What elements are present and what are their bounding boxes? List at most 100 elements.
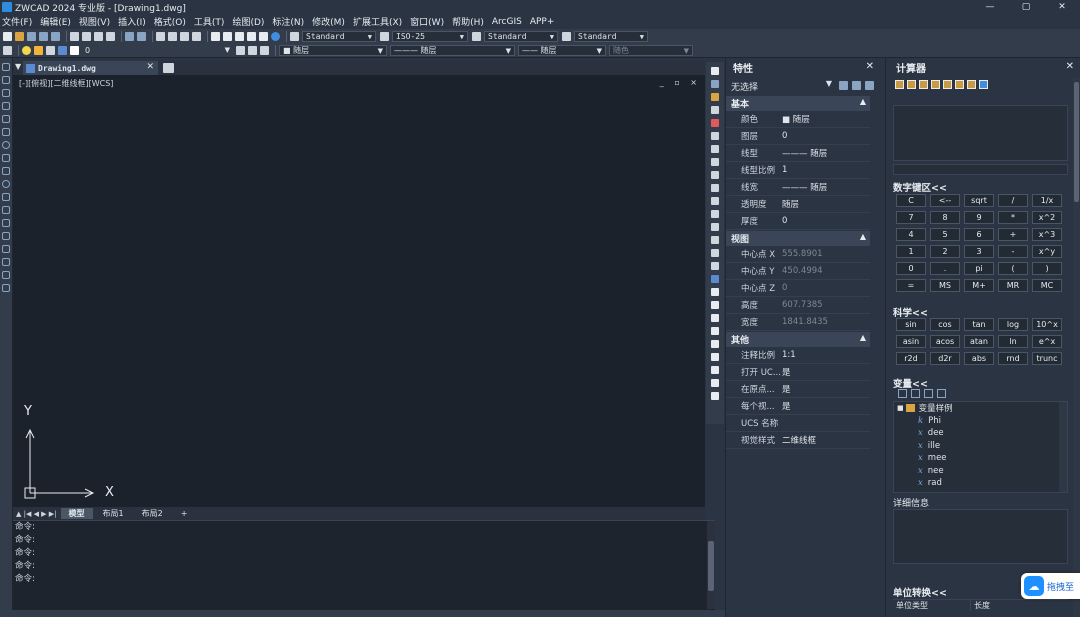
- redo-icon[interactable]: [137, 31, 146, 41]
- property-row[interactable]: 中心点 Z0: [726, 280, 870, 297]
- selection-dropdown[interactable]: 无选择 ▼: [726, 77, 880, 95]
- zoom-realtime-icon[interactable]: [168, 31, 177, 41]
- match-properties-icon[interactable]: [106, 31, 115, 41]
- tab-layout1[interactable]: 布局1: [95, 508, 132, 519]
- pan-icon[interactable]: [156, 31, 165, 41]
- mirror-icon[interactable]: [711, 93, 719, 101]
- under-object-icon[interactable]: [711, 327, 719, 335]
- numpad-key[interactable]: x^3: [1032, 228, 1062, 241]
- paste-value-icon[interactable]: [919, 79, 928, 89]
- menu-format[interactable]: 格式(O): [154, 15, 186, 28]
- rotate-icon[interactable]: [711, 145, 719, 153]
- circle-icon[interactable]: [2, 141, 10, 149]
- table-style-dropdown[interactable]: Standard ▼: [484, 30, 558, 42]
- close-calculator-icon[interactable]: ✕: [1066, 61, 1074, 72]
- numpad-key[interactable]: 9: [964, 211, 994, 224]
- scientific-key[interactable]: e^x: [1032, 335, 1062, 348]
- property-row[interactable]: 中心点 Y 450.4994: [726, 263, 870, 280]
- command-window[interactable]: 命令: 命令: 命令: 命令: 命令:: [13, 520, 715, 610]
- variable-item[interactable]: x ille: [894, 440, 1067, 453]
- point-icon[interactable]: [2, 232, 10, 240]
- property-row[interactable]: 线型比例 1: [726, 162, 870, 179]
- numpad-key[interactable]: pi: [964, 262, 994, 275]
- property-row[interactable]: 宽度 1841.8435: [726, 314, 870, 331]
- scientific-key[interactable]: r2d: [896, 352, 926, 365]
- numpad-key[interactable]: <--: [930, 194, 960, 207]
- menu-arcgis[interactable]: ArcGIS: [492, 17, 522, 27]
- table-icon[interactable]: [2, 271, 10, 279]
- layer-manager-icon[interactable]: [3, 45, 12, 55]
- numpad-key[interactable]: MC: [1032, 279, 1062, 292]
- ellipse-icon[interactable]: [2, 180, 10, 188]
- numpad-key[interactable]: 7: [896, 211, 926, 224]
- numpad-key[interactable]: x^y: [1032, 245, 1062, 258]
- intersection-icon[interactable]: [967, 79, 976, 89]
- property-row[interactable]: 每个视... 是: [726, 398, 870, 415]
- scientific-key[interactable]: asin: [896, 335, 926, 348]
- move-icon[interactable]: [711, 132, 719, 140]
- property-row[interactable]: 注释比例 1:1: [726, 347, 870, 364]
- scientific-key[interactable]: 10^x: [1032, 318, 1062, 331]
- delete-variable-icon[interactable]: [937, 389, 946, 398]
- maximize-button[interactable]: ▢: [1008, 0, 1044, 14]
- make-block-icon[interactable]: [2, 219, 10, 227]
- construction-line-icon[interactable]: [2, 76, 10, 84]
- zoom-window-icon[interactable]: [180, 31, 189, 41]
- polygon-icon[interactable]: [2, 102, 10, 110]
- close-properties-icon[interactable]: ✕: [866, 61, 874, 72]
- tab-model[interactable]: 模型: [60, 508, 93, 519]
- menu-express-tools[interactable]: 扩展工具(X): [353, 15, 402, 28]
- variables-tree[interactable]: ■变量样例 kPhi xdee xille xmee xnee xrad xve…: [893, 401, 1068, 493]
- scientific-title[interactable]: 科学<<: [893, 305, 928, 319]
- property-row[interactable]: 视觉样式 二维线框: [726, 432, 870, 449]
- numpad-key[interactable]: sqrt: [964, 194, 994, 207]
- menu-app-plus[interactable]: APP+: [530, 17, 555, 27]
- erase-icon[interactable]: [711, 67, 719, 75]
- quick-select-icon[interactable]: [865, 81, 874, 90]
- section-misc[interactable]: 其他 ▲: [726, 332, 870, 347]
- distance-icon[interactable]: [943, 79, 952, 89]
- copy-icon[interactable]: [82, 31, 91, 41]
- layer-thaw-icon[interactable]: [34, 45, 43, 55]
- sheet-set-icon[interactable]: [247, 31, 256, 41]
- text-style-dropdown[interactable]: Standard ▼: [302, 30, 376, 42]
- close-button[interactable]: ✕: [1044, 0, 1080, 14]
- numpad-key[interactable]: 3: [964, 245, 994, 258]
- tool-palettes-icon[interactable]: [235, 31, 244, 41]
- save-icon[interactable]: [27, 31, 36, 41]
- get-coordinates-icon[interactable]: [931, 79, 940, 89]
- break-icon[interactable]: [711, 210, 719, 218]
- collapse-icon[interactable]: ▲: [860, 97, 866, 106]
- numpad-key[interactable]: x^2: [1032, 211, 1062, 224]
- open-file-icon[interactable]: [15, 31, 24, 41]
- array-icon[interactable]: [711, 119, 719, 127]
- property-row[interactable]: 图层 0: [726, 128, 870, 145]
- scientific-key[interactable]: tan: [964, 318, 994, 331]
- numpad-key[interactable]: -: [998, 245, 1028, 258]
- collapse-icon[interactable]: ▲: [860, 333, 866, 342]
- variables-folder[interactable]: ■ 变量样例: [894, 402, 1067, 415]
- scientific-key[interactable]: abs: [964, 352, 994, 365]
- new-tab-icon[interactable]: [163, 63, 174, 73]
- minimize-button[interactable]: —: [972, 0, 1008, 14]
- numpad-key[interactable]: 2: [930, 245, 960, 258]
- menu-dimension[interactable]: 标注(N): [272, 15, 304, 28]
- spline-icon[interactable]: [2, 167, 10, 175]
- numpad-key[interactable]: (: [998, 262, 1028, 275]
- make-current-layer-icon[interactable]: [236, 45, 245, 55]
- numpad-key[interactable]: .: [930, 262, 960, 275]
- scientific-key[interactable]: sin: [896, 318, 926, 331]
- linetype-dropdown[interactable]: ——— 随层 ▼: [390, 44, 515, 56]
- print-icon[interactable]: [51, 31, 60, 41]
- color-dropdown[interactable]: ■ 随层 ▼: [279, 44, 387, 56]
- unit-type-value[interactable]: 长度: [971, 600, 990, 611]
- mleader-style-dropdown[interactable]: Standard ▼: [574, 30, 648, 42]
- calculator-input[interactable]: [893, 164, 1068, 175]
- scientific-key[interactable]: trunc: [1032, 352, 1062, 365]
- help-icon[interactable]: [979, 79, 988, 89]
- menu-view[interactable]: 视图(V): [79, 15, 110, 28]
- extend-icon[interactable]: [711, 197, 719, 205]
- layer-unlock-icon[interactable]: [46, 45, 55, 55]
- property-row[interactable]: 线宽 ——— 随层: [726, 179, 870, 196]
- new-variable-icon[interactable]: [898, 389, 907, 398]
